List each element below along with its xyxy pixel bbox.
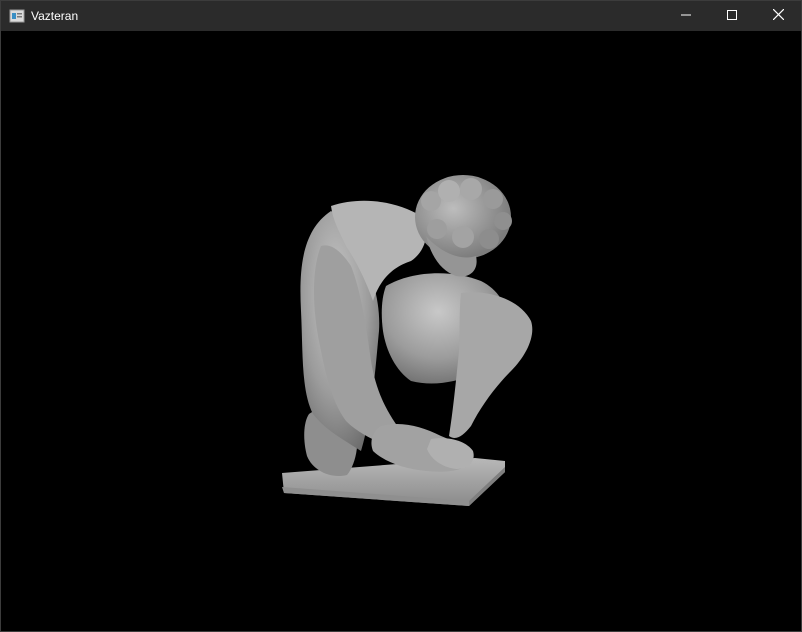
minimize-icon: [681, 7, 691, 25]
window-title: Vazteran: [31, 9, 79, 23]
window-controls: [663, 1, 801, 31]
maximize-icon: [727, 7, 737, 25]
close-button[interactable]: [755, 1, 801, 31]
statue-head: [415, 175, 512, 277]
statue-shin: [449, 292, 533, 438]
render-viewport[interactable]: [1, 31, 801, 631]
maximize-button[interactable]: [709, 1, 755, 31]
app-window: Vazteran: [0, 0, 802, 632]
title-bar[interactable]: Vazteran: [1, 1, 801, 31]
close-icon: [772, 7, 784, 25]
app-window-icon: [9, 8, 25, 24]
minimize-button[interactable]: [663, 1, 709, 31]
crouching-boy-statue: [282, 175, 533, 506]
